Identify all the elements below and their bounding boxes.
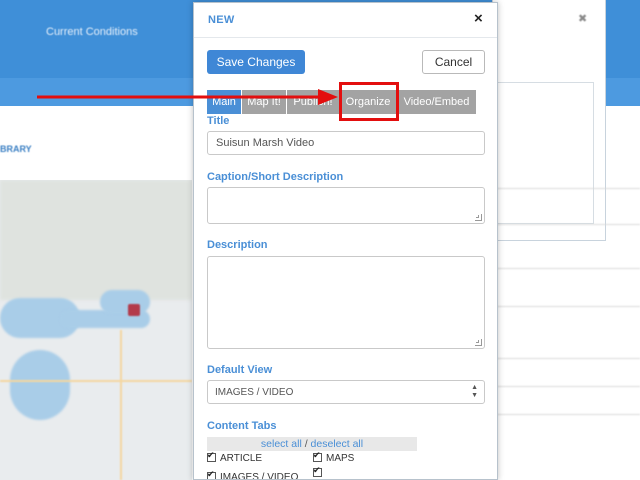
content-tab-option-maps[interactable]: MAPS — [313, 450, 354, 464]
modal-divider — [194, 37, 497, 38]
content-tab-option-unlabeled[interactable] — [313, 465, 326, 479]
select-updown-icon: ▲ ▼ — [471, 384, 478, 399]
background-map — [0, 180, 192, 480]
select-toggle-bar: select all / deselect all — [207, 437, 417, 451]
cancel-button[interactable]: Cancel — [422, 50, 485, 74]
tab-map-it[interactable]: Map It! — [242, 90, 287, 114]
checkbox[interactable] — [207, 450, 216, 462]
default-view-label: Default View — [207, 364, 273, 376]
description-textarea[interactable] — [207, 256, 485, 349]
background-library-label: BRARY — [0, 144, 32, 154]
checkbox[interactable] — [313, 465, 322, 477]
checkbox[interactable] — [313, 450, 322, 462]
description-label: Description — [207, 239, 268, 251]
tab-publish[interactable]: Publish! — [287, 90, 340, 114]
background-nav-item: Current Conditions — [46, 26, 138, 38]
modal-title: NEW — [208, 14, 235, 26]
select-all-link[interactable]: select all — [261, 438, 302, 450]
resize-grip-icon[interactable] — [475, 214, 482, 221]
map-marker-icon — [128, 304, 140, 316]
content-tab-option-article[interactable]: ARTICLE — [207, 450, 262, 464]
content-tab-option-images-video[interactable]: IMAGES / VIDEO — [207, 469, 298, 479]
default-view-select[interactable]: IMAGES / VIDEO ▲ ▼ — [207, 380, 485, 404]
title-input[interactable] — [207, 131, 485, 155]
background-close-icon: ✖ — [578, 13, 588, 25]
close-icon[interactable]: × — [474, 10, 483, 27]
title-label: Title — [207, 115, 230, 127]
new-item-modal: NEW × Save Changes Cancel Main Map It! P… — [193, 2, 498, 480]
deselect-all-link[interactable]: deselect all — [311, 438, 364, 450]
caption-label: Caption/Short Description — [207, 171, 344, 183]
tab-main[interactable]: Main — [207, 90, 242, 114]
content-tabs-label: Content Tabs — [207, 420, 277, 432]
save-button[interactable]: Save Changes — [207, 50, 305, 74]
default-view-value: IMAGES / VIDEO — [215, 387, 294, 398]
caption-textarea[interactable] — [207, 187, 485, 224]
checkbox[interactable] — [207, 469, 216, 479]
resize-grip-icon[interactable] — [475, 339, 482, 346]
annotation-highlight-box — [339, 82, 399, 121]
tab-video-embed[interactable]: Video/Embed — [397, 90, 476, 114]
select-separator: / — [304, 438, 308, 450]
